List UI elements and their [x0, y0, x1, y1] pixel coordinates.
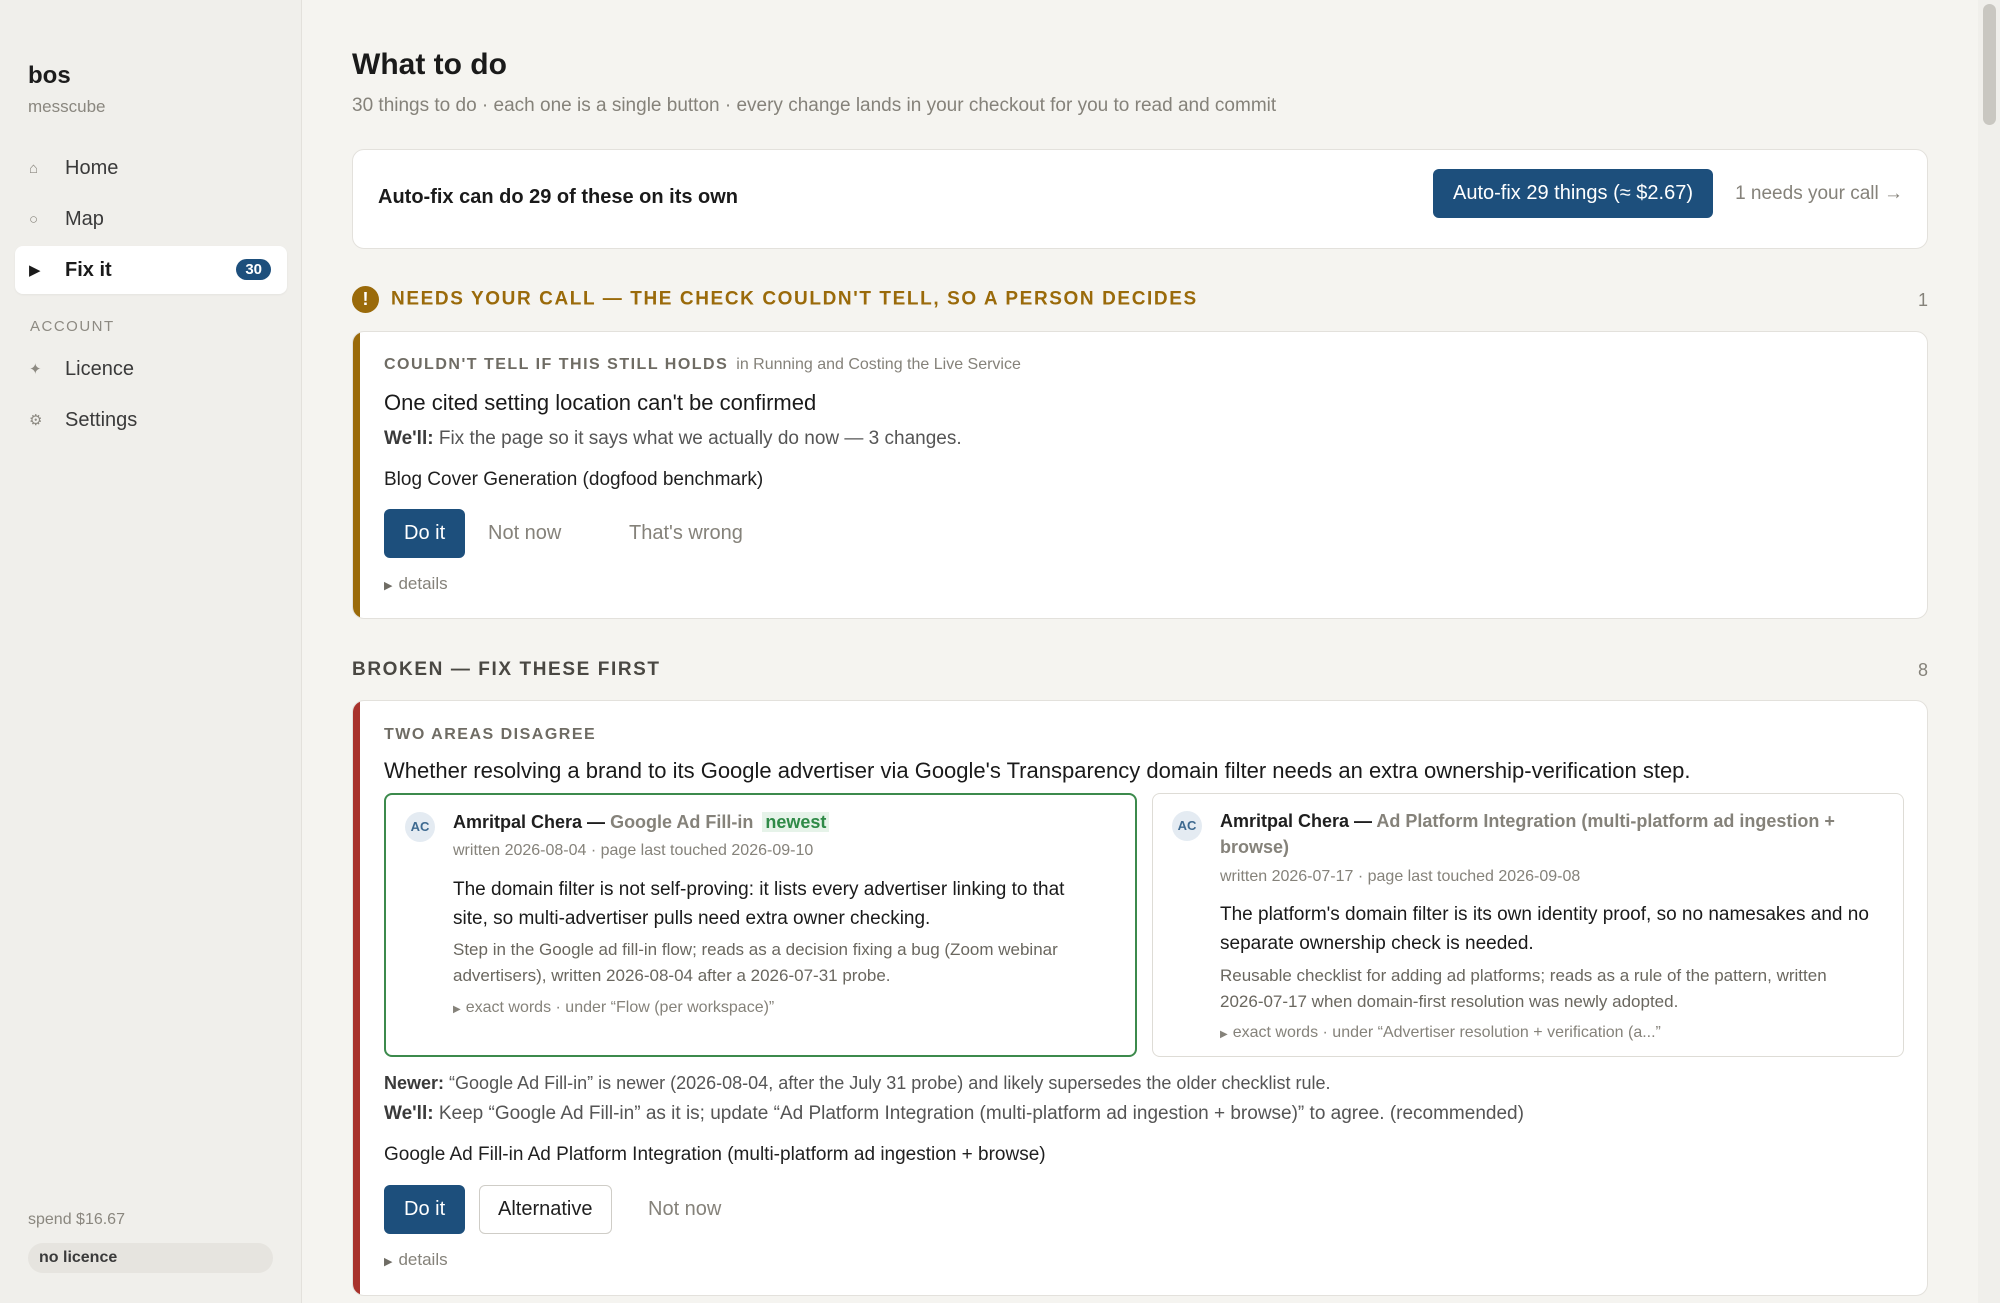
affected-page: Blog Cover Generation (dogfood benchmark…	[384, 469, 764, 490]
needs-call-heading: ! NEEDS YOUR CALL — THE CHECK COULDN'T TE…	[352, 286, 1198, 313]
nav-settings[interactable]: ⚙ Settings	[15, 396, 287, 444]
claim-author: Amritpal Chera — Ad Platform Integration…	[1220, 808, 1880, 860]
autofix-button[interactable]: Auto-fix 29 things (≈ $2.67)	[1433, 169, 1713, 218]
affected-pages: Google Ad Fill-in Ad Platform Integratio…	[384, 1144, 1046, 1165]
claim-text: The domain filter is not self-proving: i…	[453, 879, 1065, 929]
sparkle-icon: ✦	[29, 361, 42, 378]
source-page[interactable]: Google Ad Fill-in	[610, 812, 753, 832]
do-it-button[interactable]: Do it	[384, 1185, 466, 1234]
exact-words-toggle[interactable]: ▶ exact words · under “Flow (per workspac…	[453, 999, 774, 1017]
nav-licence-label: Licence	[65, 357, 134, 380]
avatar: AC	[1172, 811, 1202, 841]
do-it-button[interactable]: Do it	[384, 509, 466, 558]
spend-total: spend $16.67	[28, 1211, 125, 1228]
nav-fix-it-label: Fix it	[65, 258, 112, 281]
map-icon: ○	[29, 210, 39, 228]
page-subtitle: 30 things to do · each one is a single b…	[352, 95, 1277, 116]
broken-heading: BROKEN — FIX THESE FIRST	[352, 659, 661, 680]
claim-text: The platform's domain filter is its own …	[1220, 904, 1869, 954]
needs-call-count: 1	[1917, 290, 1928, 310]
card-plan: We'll: Keep “Google Ad Fill-in” as it is…	[384, 1103, 1524, 1125]
needs-call-heading-text: NEEDS YOUR CALL — THE CHECK COULDN'T TEL…	[391, 288, 1198, 310]
brand-name: bos	[28, 62, 71, 89]
nav-home-label: Home	[65, 156, 119, 179]
exact-words-label: exact words · under “Flow (per workspace…	[465, 999, 775, 1016]
avatar: AC	[405, 812, 435, 842]
exact-words-label: exact words · under “Advertiser resoluti…	[1232, 1024, 1661, 1041]
alternative-button[interactable]: Alternative	[479, 1185, 612, 1234]
needs-call-link[interactable]: 1 needs your call →	[1735, 183, 1903, 205]
fix-count-badge: 30	[236, 259, 271, 280]
licence-status[interactable]: no licence	[28, 1243, 273, 1273]
author-name: Amritpal Chera —	[1220, 811, 1373, 831]
danger-stripe	[353, 701, 360, 1295]
scrollbar[interactable]	[1978, 0, 2000, 1303]
card-title: Whether resolving a brand to its Google …	[384, 758, 1691, 783]
thats-wrong-button[interactable]: That's wrong	[617, 509, 755, 558]
not-now-button[interactable]: Not now	[476, 509, 573, 558]
workspace-name: messcube	[28, 97, 106, 116]
plan-text: Keep “Google Ad Fill-in” as it is; updat…	[438, 1103, 1524, 1124]
claim-meta: written 2026-07-17 · page last touched 2…	[1220, 868, 1581, 885]
claim-meta: written 2026-08-04 · page last touched 2…	[453, 842, 814, 859]
play-icon: ▶	[29, 262, 41, 279]
nav-home[interactable]: ⌂ Home	[15, 144, 287, 192]
newer-explanation: Newer: “Google Ad Fill-in” is newer (202…	[384, 1073, 1331, 1094]
card-kicker-text: COULDN'T TELL IF THIS STILL HOLDS	[384, 356, 729, 373]
details-label: details	[398, 1250, 448, 1269]
exact-words-toggle[interactable]: ▶ exact words · under “Advertiser resolut…	[1220, 1024, 1661, 1042]
details-toggle[interactable]: ▶ details	[384, 1250, 448, 1270]
sidebar: bos messcube ⌂ Home ○ Map ▶ Fix it 30 AC…	[0, 0, 302, 1303]
broken-count: 8	[1917, 660, 1928, 680]
scrollbar-thumb[interactable]	[1983, 4, 1996, 125]
autofix-summary: Auto-fix can do 29 of these on its own	[378, 186, 739, 208]
nav-map-label: Map	[65, 207, 104, 230]
plan-text: Fix the page so it says what we actually…	[438, 428, 962, 449]
home-icon: ⌂	[29, 159, 39, 177]
nav-licence[interactable]: ✦ Licence	[15, 345, 287, 393]
triangle-right-icon: ▶	[1220, 1029, 1228, 1040]
warning-icon: !	[352, 286, 379, 313]
triangle-right-icon: ▶	[453, 1004, 461, 1015]
newer-text: “Google Ad Fill-in” is newer (2026-08-04…	[449, 1073, 1331, 1093]
details-toggle[interactable]: ▶ details	[384, 574, 448, 594]
author-name: Amritpal Chera —	[453, 812, 606, 832]
nav-settings-label: Settings	[65, 408, 138, 431]
gear-icon: ⚙	[29, 412, 43, 429]
nav-map[interactable]: ○ Map	[15, 195, 287, 243]
claim-note: Reusable checklist for adding ad platfor…	[1220, 966, 1827, 1011]
newest-tag: newest	[762, 812, 830, 832]
newest-claim-box: AC Amritpal Chera — Google Ad Fill-in ne…	[384, 793, 1137, 1057]
details-label: details	[398, 574, 448, 593]
triangle-right-icon: ▶	[384, 580, 393, 592]
needs-call-card: COULDN'T TELL IF THIS STILL HOLDS in Runn…	[352, 331, 1928, 619]
plan-label: We'll:	[384, 428, 434, 449]
card-kicker: TWO AREAS DISAGREE	[384, 726, 597, 743]
warning-stripe	[353, 332, 360, 618]
triangle-right-icon: ▶	[384, 1256, 393, 1268]
not-now-button[interactable]: Not now	[636, 1185, 733, 1234]
claim-author: Amritpal Chera — Google Ad Fill-in newes…	[453, 809, 1113, 835]
page-title: What to do	[352, 48, 507, 81]
card-title: One cited setting location can't be conf…	[384, 390, 817, 415]
account-section-label: ACCOUNT	[30, 318, 115, 335]
conflict-card: TWO AREAS DISAGREE Whether resolving a b…	[352, 700, 1928, 1296]
card-area: in Running and Costing the Live Service	[736, 356, 1021, 373]
autofix-bar: Auto-fix can do 29 of these on its own A…	[352, 149, 1928, 249]
nav-fix-it[interactable]: ▶ Fix it 30	[15, 246, 287, 294]
claim-note: Step in the Google ad fill-in flow; read…	[453, 940, 1058, 985]
card-plan: We'll: Fix the page so it says what we a…	[384, 428, 962, 450]
older-claim-box: AC Amritpal Chera — Ad Platform Integrat…	[1152, 793, 1904, 1057]
plan-label: We'll:	[384, 1103, 434, 1124]
newer-label: Newer:	[384, 1073, 445, 1093]
card-kicker: COULDN'T TELL IF THIS STILL HOLDS in Runn…	[384, 356, 1021, 374]
